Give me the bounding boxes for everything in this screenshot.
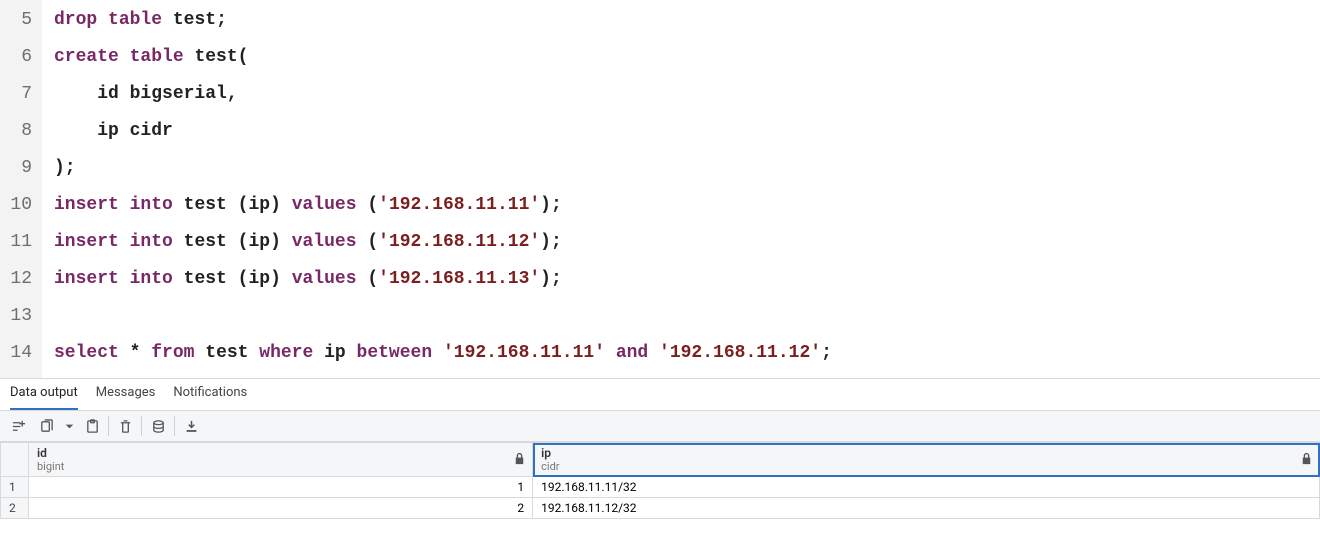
save-data-button[interactable]: [144, 413, 172, 439]
lock-icon: [1299, 451, 1314, 469]
copy-dropdown[interactable]: [60, 413, 78, 439]
lock-icon: [512, 451, 527, 469]
result-toolbar: [0, 411, 1320, 442]
sql-editor[interactable]: 567891011121314 drop table test;create t…: [0, 0, 1320, 378]
grid-header-row: idbigintipcidr: [1, 443, 1320, 477]
delete-button[interactable]: [111, 413, 139, 439]
row-number[interactable]: 1: [1, 477, 29, 498]
col-id[interactable]: idbigint: [29, 443, 533, 477]
result-tabs: Data output Messages Notifications: [0, 378, 1320, 411]
paste-button[interactable]: [78, 413, 106, 439]
tab-data-output[interactable]: Data output: [10, 385, 78, 410]
cell[interactable]: 192.168.11.12/32: [533, 498, 1320, 519]
line-gutter: 567891011121314: [0, 0, 42, 378]
row-number[interactable]: 2: [1, 498, 29, 519]
tab-messages[interactable]: Messages: [96, 385, 156, 404]
table-row[interactable]: 22192.168.11.12/32: [1, 498, 1320, 519]
table-row[interactable]: 11192.168.11.11/32: [1, 477, 1320, 498]
result-grid[interactable]: idbigintipcidr 11192.168.11.11/3222192.1…: [0, 442, 1320, 519]
add-row-button[interactable]: [4, 413, 32, 439]
copy-button[interactable]: [32, 413, 60, 439]
cell[interactable]: 2: [29, 498, 533, 519]
download-button[interactable]: [177, 413, 205, 439]
cell[interactable]: 192.168.11.11/32: [533, 477, 1320, 498]
tab-notifications[interactable]: Notifications: [173, 385, 247, 404]
col-ip[interactable]: ipcidr: [533, 443, 1320, 477]
grid-body: 11192.168.11.11/3222192.168.11.12/32: [1, 477, 1320, 519]
grid-corner: [1, 443, 29, 477]
cell[interactable]: 1: [29, 477, 533, 498]
code-area[interactable]: drop table test;create table test( id bi…: [42, 0, 1320, 378]
